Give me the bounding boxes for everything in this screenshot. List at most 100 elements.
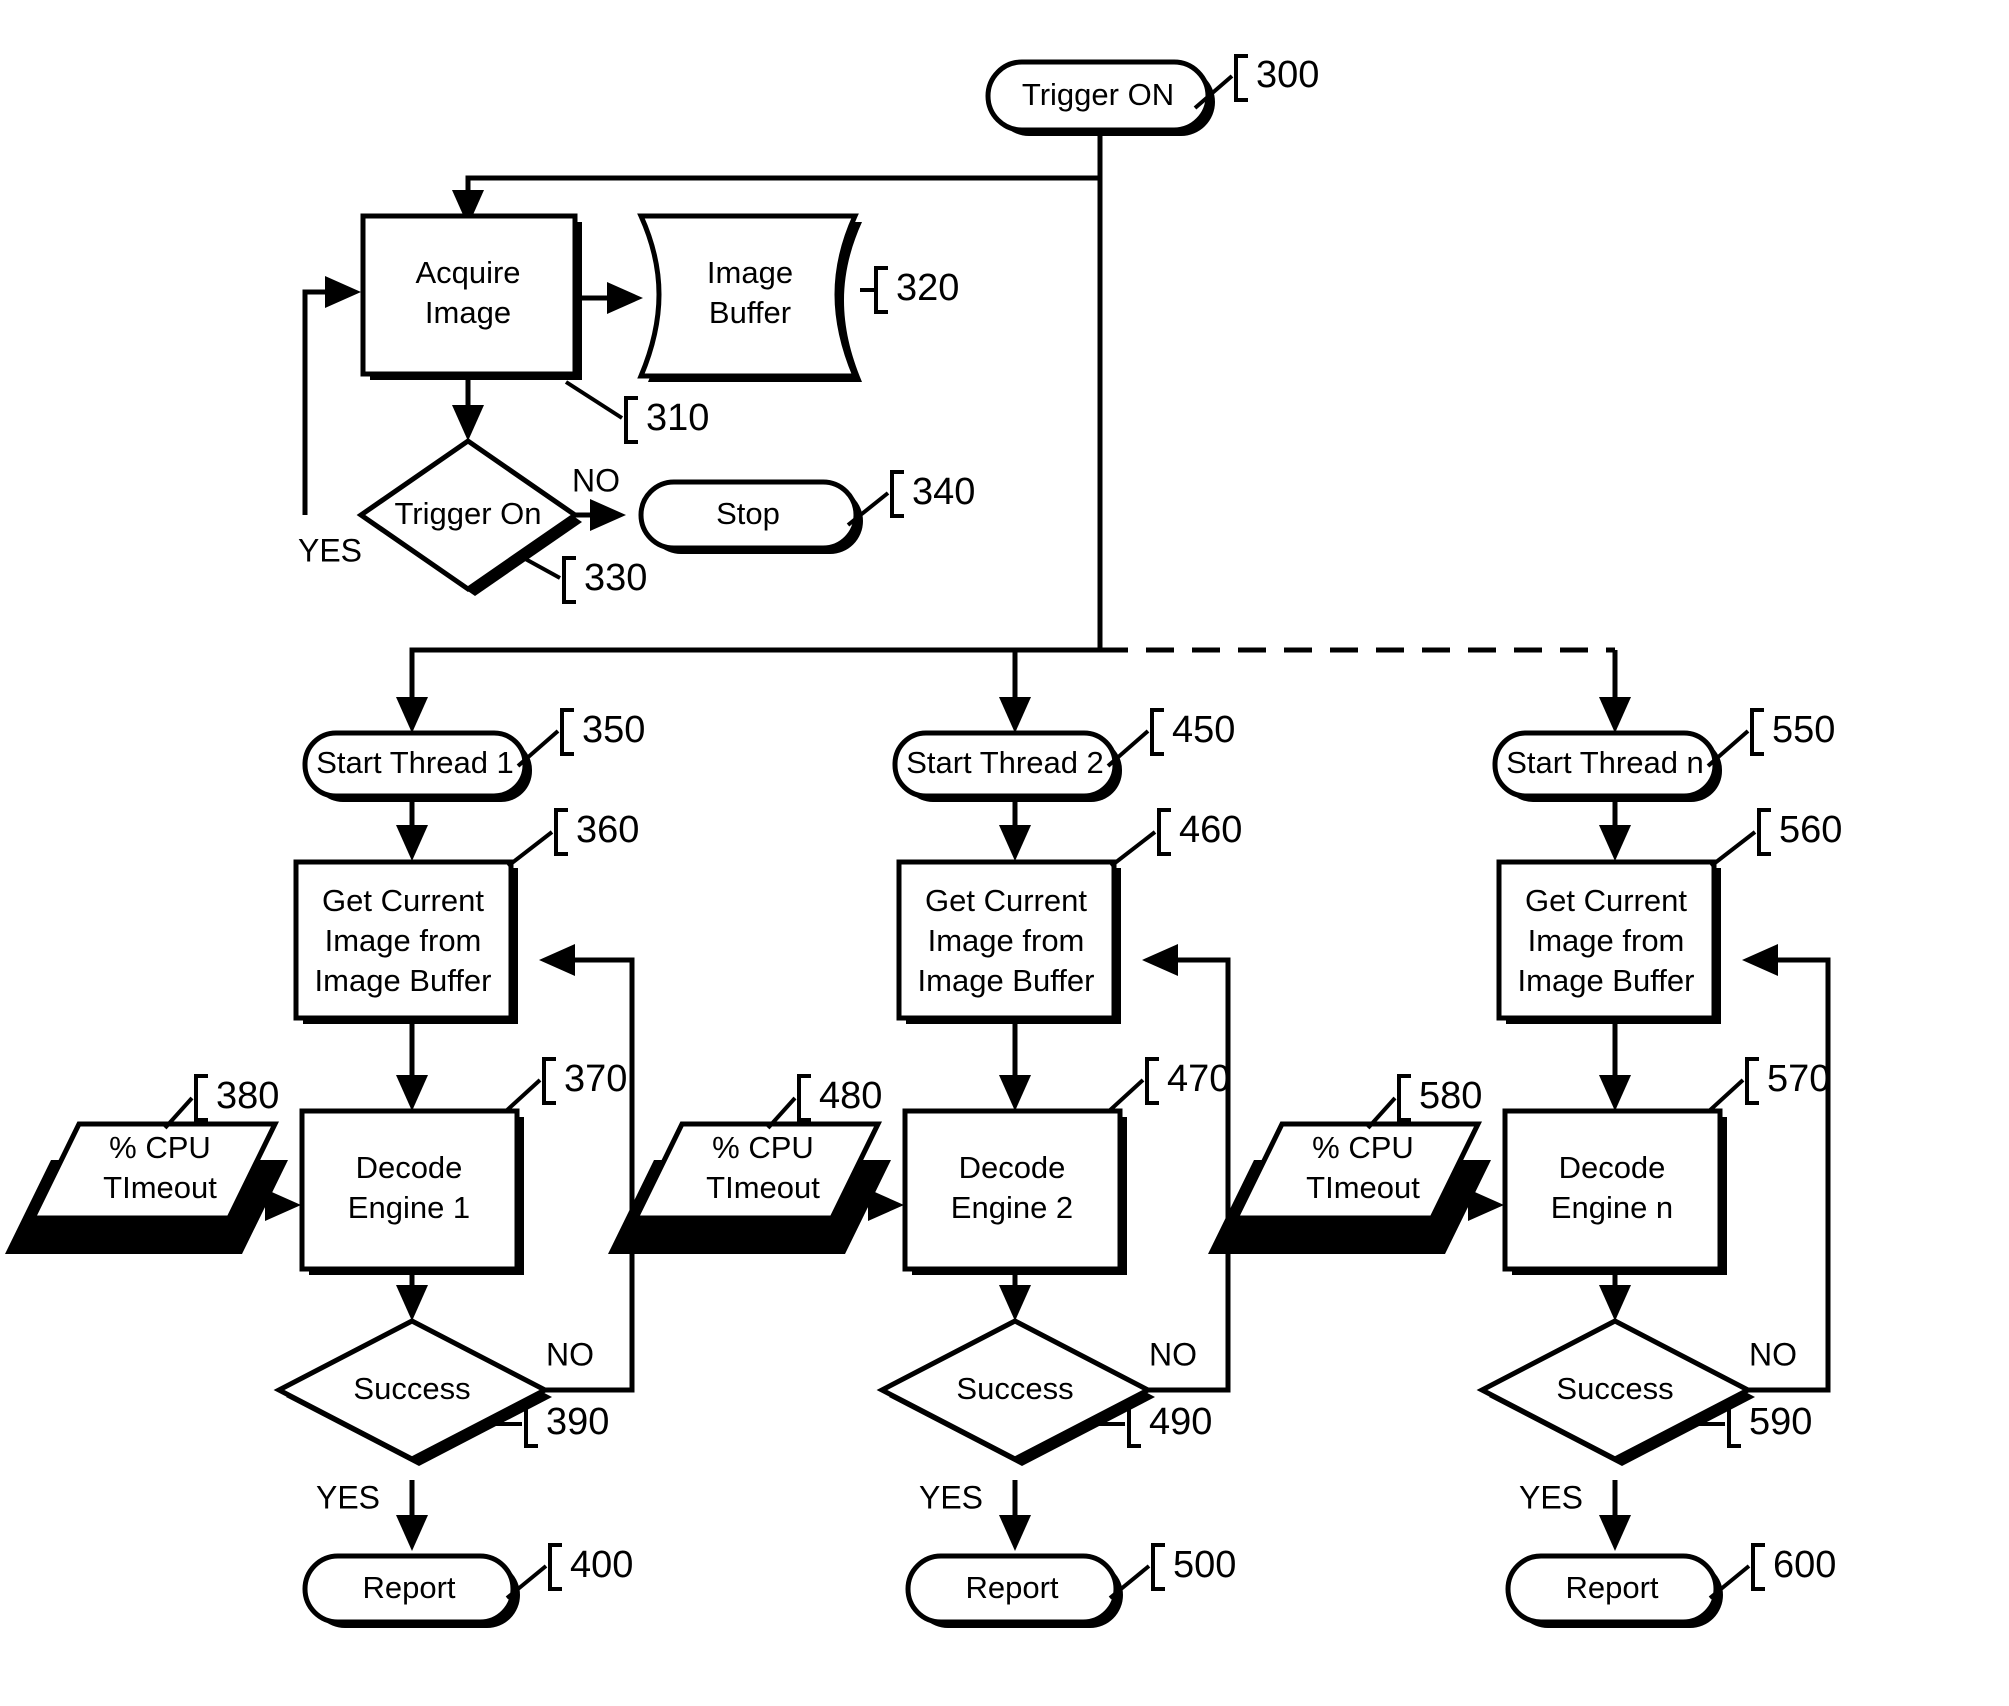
node-start-thread-1-label: Start Thread 1: [316, 745, 514, 780]
connector-thread1-decode-to-success: [396, 1275, 428, 1321]
ref-num-390: 390: [546, 1401, 609, 1443]
ref-num-590: 590: [1749, 1401, 1812, 1443]
ref-callout-570: 570: [1706, 1057, 1830, 1114]
ref-callout-480: 480: [766, 1074, 882, 1130]
node-report-2[interactable]: Report: [905, 1553, 1123, 1628]
node-start-thread-2-label: Start Thread 2: [906, 745, 1104, 780]
connector-threadn-start-to-getimage: [1599, 800, 1631, 861]
node-start-thread-n[interactable]: Start Thread n: [1492, 730, 1722, 802]
node-get-image-1-label-1: Get Current: [322, 883, 484, 918]
node-get-image-2-label-1: Get Current: [925, 883, 1087, 918]
ref-num-570: 570: [1767, 1058, 1830, 1100]
node-get-image-1[interactable]: Get Current Image from Image Buffer: [293, 859, 518, 1024]
node-report-n-label: Report: [1565, 1570, 1658, 1605]
node-get-image-1-label-2: Image from: [325, 923, 482, 958]
ref-num-550: 550: [1772, 709, 1835, 751]
connector-threadn-decode-to-success: [1599, 1275, 1631, 1321]
ref-num-360: 360: [576, 809, 639, 851]
ref-callout-500: 500: [1108, 1543, 1236, 1600]
node-acquire-image-label-1: Acquire: [415, 255, 520, 290]
connector-decision-yes-loop: [302, 276, 361, 515]
node-start-thread-1[interactable]: Start Thread 1: [302, 730, 532, 802]
node-trigger-on[interactable]: Trigger ON: [985, 59, 1215, 136]
node-get-image-n-label-2: Image from: [1528, 923, 1685, 958]
node-decode-engine-1[interactable]: Decode Engine 1: [299, 1108, 524, 1275]
node-cpu-timeout-1-label-1: % CPU: [109, 1130, 211, 1165]
ref-num-310: 310: [646, 397, 709, 439]
connector-thread1-success-no-loop: [539, 944, 635, 1393]
ref-callout-460: 460: [1109, 808, 1242, 868]
node-cpu-timeout-2-label-2: TImeout: [706, 1170, 820, 1205]
connector-thread2-success-yes-to-report: [999, 1480, 1031, 1551]
ref-num-490: 490: [1149, 1401, 1212, 1443]
ref-num-500: 500: [1173, 1544, 1236, 1586]
ref-callout-330: 330: [519, 554, 647, 604]
node-get-image-n-label-3: Image Buffer: [1518, 963, 1695, 998]
node-image-buffer-label-1: Image: [707, 255, 793, 290]
node-report-n[interactable]: Report: [1505, 1553, 1723, 1628]
ref-num-370: 370: [564, 1058, 627, 1100]
branch-label-yes-330: YES: [298, 532, 362, 568]
node-decode-engine-1-label-2: Engine 1: [348, 1190, 470, 1225]
node-cpu-timeout-n-label-2: TImeout: [1306, 1170, 1420, 1205]
node-get-image-2-label-3: Image Buffer: [918, 963, 1095, 998]
ref-num-300: 300: [1256, 54, 1319, 96]
ref-num-450: 450: [1172, 709, 1235, 751]
connector-thread2-getimage-to-decode: [999, 1024, 1031, 1111]
connector-decision-no-to-stop: [575, 499, 626, 531]
branch-label-no-390: NO: [546, 1336, 594, 1372]
branch-label-no-490: NO: [1149, 1336, 1197, 1372]
node-report-1[interactable]: Report: [302, 1553, 520, 1628]
node-acquire-image-label-2: Image: [425, 295, 511, 330]
ref-callout-380: 380: [163, 1074, 279, 1130]
node-success-n[interactable]: Success: [1476, 1318, 1755, 1466]
ref-callout-370: 370: [503, 1057, 627, 1114]
node-image-buffer[interactable]: Image Buffer: [637, 213, 862, 382]
ref-callout-600: 600: [1708, 1543, 1836, 1600]
node-get-image-n-label-1: Get Current: [1525, 883, 1687, 918]
connector-acquire-to-buffer: [572, 282, 643, 314]
connector-thread1-getimage-to-decode: [396, 1024, 428, 1111]
ref-callout-400: 400: [505, 1543, 633, 1600]
node-stop-label: Stop: [716, 496, 780, 531]
ref-callout-450: 450: [1106, 708, 1235, 768]
node-decode-engine-n[interactable]: Decode Engine n: [1502, 1108, 1727, 1275]
node-cpu-timeout-1[interactable]: % CPU TImeout: [5, 1121, 288, 1254]
ref-num-580: 580: [1419, 1075, 1482, 1117]
node-success-2[interactable]: Success: [876, 1318, 1155, 1466]
node-decode-engine-n-label-1: Decode: [1559, 1150, 1666, 1185]
connector-acquire-to-decision: [452, 380, 484, 441]
node-stop[interactable]: Stop: [638, 479, 863, 554]
node-success-n-label: Success: [1556, 1371, 1673, 1406]
ref-callout-360: 360: [506, 808, 639, 868]
node-trigger-on-label: Trigger ON: [1022, 77, 1174, 112]
connector-thread2-start-to-getimage: [999, 800, 1031, 861]
node-report-2-label: Report: [965, 1570, 1058, 1605]
ref-num-600: 600: [1773, 1544, 1836, 1586]
ref-callout-560: 560: [1709, 808, 1842, 868]
node-cpu-timeout-1-label-2: TImeout: [103, 1170, 217, 1205]
node-get-image-n[interactable]: Get Current Image from Image Buffer: [1496, 859, 1721, 1024]
ref-callout-550: 550: [1706, 708, 1835, 768]
node-decode-engine-2-label-2: Engine 2: [951, 1190, 1073, 1225]
ref-callout-340: 340: [846, 470, 975, 527]
node-get-image-2[interactable]: Get Current Image from Image Buffer: [896, 859, 1121, 1024]
node-cpu-timeout-2[interactable]: % CPU TImeout: [608, 1121, 891, 1254]
node-report-1-label: Report: [362, 1570, 455, 1605]
branch-label-yes-490: YES: [919, 1479, 983, 1515]
ref-num-350: 350: [582, 709, 645, 751]
ref-callout-470: 470: [1106, 1057, 1230, 1114]
node-decode-engine-2[interactable]: Decode Engine 2: [902, 1108, 1127, 1275]
node-start-thread-2[interactable]: Start Thread 2: [892, 730, 1122, 802]
connector-threadn-getimage-to-decode: [1599, 1024, 1631, 1111]
ref-num-460: 460: [1179, 809, 1242, 851]
node-trigger-on-decision-label: Trigger On: [394, 496, 541, 531]
node-cpu-timeout-n-label-1: % CPU: [1312, 1130, 1414, 1165]
ref-callout-580: 580: [1366, 1074, 1482, 1130]
ref-num-340: 340: [912, 471, 975, 513]
node-cpu-timeout-n[interactable]: % CPU TImeout: [1208, 1121, 1491, 1254]
connector-trigger-to-acquire: [452, 130, 1103, 226]
node-success-1[interactable]: Success: [273, 1318, 552, 1466]
node-acquire-image[interactable]: Acquire Image: [360, 213, 582, 380]
node-decode-engine-2-label-1: Decode: [959, 1150, 1066, 1185]
